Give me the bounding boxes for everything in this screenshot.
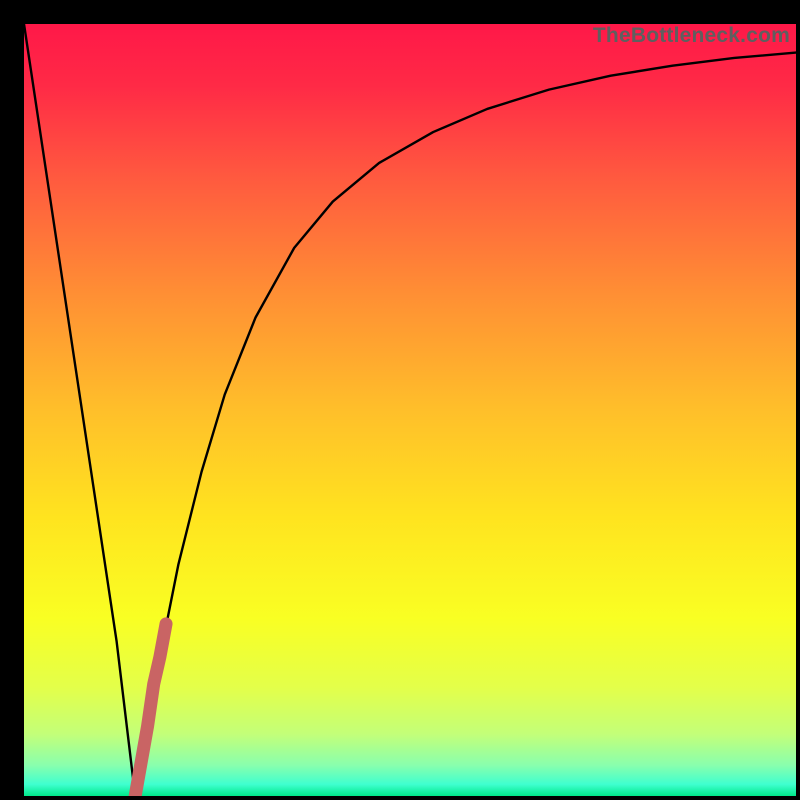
watermark-text: TheBottleneck.com [593, 24, 790, 48]
bottleneck-curve [24, 24, 796, 796]
highlight-segment [135, 624, 166, 796]
plot-area: TheBottleneck.com [24, 24, 796, 796]
chart-frame: TheBottleneck.com [0, 0, 800, 800]
chart-lines [24, 24, 796, 796]
